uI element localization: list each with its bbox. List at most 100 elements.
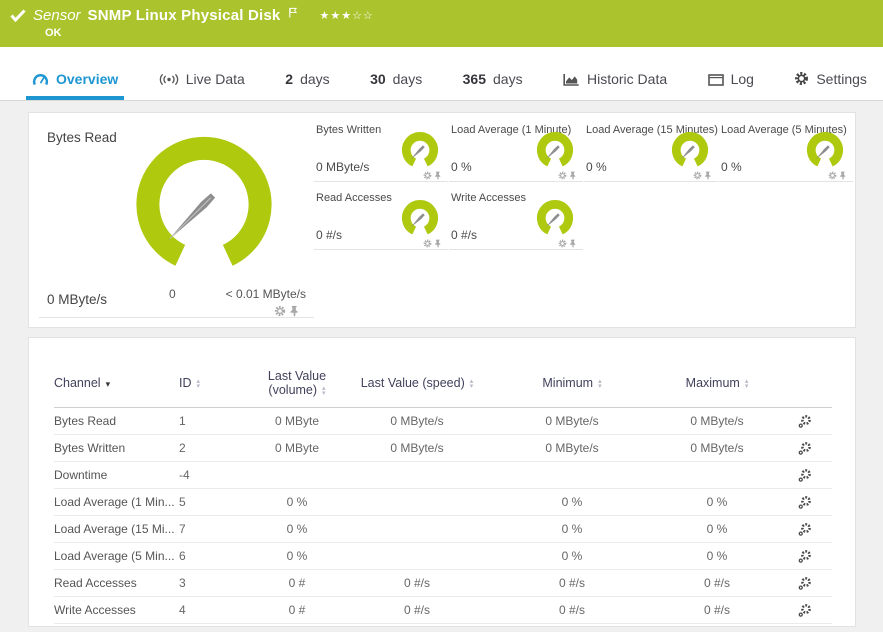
channel-id: 1 xyxy=(179,407,247,435)
table-row: Bytes Read 1 0 MByte 0 MByte/s 0 MByte/s… xyxy=(54,407,832,435)
status-check-icon xyxy=(10,9,26,22)
gauge-tile-bytes-read[interactable]: Bytes Read 0 < 0.01 MByte/s 0 MByte/s xyxy=(39,118,314,318)
channel-id: 5 xyxy=(179,488,247,516)
tab-log[interactable]: Log xyxy=(702,47,760,100)
maximum-value: 0 #/s xyxy=(657,569,777,597)
tab-settings[interactable]: Settings xyxy=(788,47,873,100)
last-value-volume: 0 MByte xyxy=(247,407,347,435)
channel-settings-wrench-icon[interactable] xyxy=(797,495,812,513)
channel-id: 7 xyxy=(179,515,247,543)
gauge-pin-icon[interactable] xyxy=(839,171,847,180)
channel-name: Bytes Read xyxy=(54,407,179,435)
gauge-pin-icon[interactable] xyxy=(569,239,577,248)
gauge-min-label: 0 xyxy=(169,287,176,301)
bytes-read-gauge xyxy=(136,136,272,266)
flag-icon[interactable] xyxy=(288,7,298,18)
maximum-value: 0 % xyxy=(657,515,777,543)
live-icon xyxy=(159,73,178,86)
gauge-pin-icon[interactable] xyxy=(434,171,442,180)
gauge-tile-write-accesses[interactable]: Write Accesses 0 #/s xyxy=(449,186,583,250)
gauge-current-value: 0 MByte/s xyxy=(47,292,108,307)
gauge-settings-gear-icon[interactable] xyxy=(423,171,432,180)
maximum-value: 0 % xyxy=(657,542,777,570)
tab-365-days[interactable]: 365 days xyxy=(457,47,529,100)
channel-settings-wrench-icon[interactable] xyxy=(797,414,812,432)
channel-name: Bytes Written xyxy=(54,434,179,462)
gear-icon xyxy=(795,72,809,85)
last-value-volume: 0 % xyxy=(247,488,347,516)
table-header-row: Channel ▾ ID ▴ ▾ Last Value (volume) ▴ ▾ Last … xyxy=(54,363,832,408)
table-row: Write Accesses 4 0 # 0 #/s 0 #/s 0 #/s xyxy=(54,596,832,624)
sensor-name: SNMP Linux Physical Disk xyxy=(87,7,281,24)
gauge-settings-gear-icon[interactable] xyxy=(558,239,567,248)
sort-icon: ▴ ▾ xyxy=(196,377,201,390)
maximum-value: 0 % xyxy=(657,488,777,516)
table-row: Downtime -4 xyxy=(54,461,832,489)
stars-empty[interactable]: ☆☆ xyxy=(352,10,374,22)
sensor-type-label: Sensor xyxy=(33,7,81,24)
channel-settings-wrench-icon[interactable] xyxy=(797,441,812,459)
column-header-tools xyxy=(777,363,832,408)
gauge-title: Bytes Read xyxy=(47,130,117,145)
gauge-settings-gear-icon[interactable] xyxy=(423,239,432,248)
gauges-panel: Bytes Read 0 < 0.01 MByte/s 0 MByte/s By… xyxy=(28,112,856,328)
gauge-tile-read-accesses[interactable]: Read Accesses 0 #/s xyxy=(314,186,448,250)
column-header-minimum[interactable]: Minimum ▴ ▾ xyxy=(487,363,657,408)
channel-id: 4 xyxy=(179,596,247,624)
channel-id: 3 xyxy=(179,569,247,597)
write-accesses-gauge xyxy=(536,200,574,235)
column-header-id[interactable]: ID ▴ ▾ xyxy=(179,363,247,408)
tab-historic-data[interactable]: Historic Data xyxy=(557,47,673,100)
gauge-max-label: < 0.01 MByte/s xyxy=(225,287,306,301)
channel-id: -4 xyxy=(179,461,247,489)
gauge-pin-icon[interactable] xyxy=(704,171,712,180)
last-value-volume: 0 % xyxy=(247,515,347,543)
gauge-pin-icon[interactable] xyxy=(289,305,300,317)
priority-stars[interactable]: ★★★☆☆ xyxy=(319,9,373,22)
gauge-settings-gear-icon[interactable] xyxy=(274,305,286,317)
tab-live-data[interactable]: Live Data xyxy=(153,47,251,100)
channel-settings-wrench-icon[interactable] xyxy=(797,468,812,486)
sort-icon: ▴ ▾ xyxy=(322,384,326,397)
table-row: Load Average (1 Min... 5 0 % 0 % 0 % xyxy=(54,488,832,516)
gauge-tile-load-average-5min[interactable]: Load Average (5 Minutes) 0 % xyxy=(719,118,853,182)
channel-name: Write Accesses xyxy=(54,596,179,624)
last-value-speed xyxy=(347,461,487,489)
maximum-value: 0 MByte/s xyxy=(657,407,777,435)
column-header-channel[interactable]: Channel ▾ xyxy=(54,363,179,408)
gauge-settings-gear-icon[interactable] xyxy=(828,171,837,180)
channel-settings-wrench-icon[interactable] xyxy=(797,549,812,567)
stars-filled[interactable]: ★★★ xyxy=(319,10,352,22)
chart-icon xyxy=(563,74,579,86)
table-row: Read Accesses 3 0 # 0 #/s 0 #/s 0 #/s xyxy=(54,569,832,597)
minimum-value: 0 #/s xyxy=(487,596,657,624)
column-header-maximum[interactable]: Maximum ▴ ▾ xyxy=(657,363,777,408)
channel-name: Load Average (15 Mi... xyxy=(54,515,179,543)
channel-settings-wrench-icon[interactable] xyxy=(797,576,812,594)
small-gauges-grid: Bytes Written 0 MByte/s Load Average (1 … xyxy=(314,118,854,250)
maximum-value: 0 #/s xyxy=(657,596,777,624)
gauge-tile-load-average-15min[interactable]: Load Average (15 Minutes) 0 % xyxy=(584,118,718,182)
last-value-volume: 0 # xyxy=(247,596,347,624)
channel-id: 6 xyxy=(179,542,247,570)
column-header-last-value-volume[interactable]: Last Value (volume) ▴ ▾ xyxy=(247,363,347,408)
channel-settings-wrench-icon[interactable] xyxy=(797,603,812,621)
channel-name: Read Accesses xyxy=(54,569,179,597)
tab-2-days[interactable]: 2 days xyxy=(279,47,335,100)
gauge-settings-gear-icon[interactable] xyxy=(558,171,567,180)
gauge-tile-bytes-written[interactable]: Bytes Written 0 MByte/s xyxy=(314,118,448,182)
tab-overview[interactable]: Overview xyxy=(26,47,125,100)
sort-desc-icon: ▾ xyxy=(105,379,111,389)
gauge-pin-icon[interactable] xyxy=(569,171,577,180)
gauge-pin-icon[interactable] xyxy=(434,239,442,248)
minimum-value: 0 % xyxy=(487,542,657,570)
channel-name: Downtime xyxy=(54,461,179,489)
last-value-speed xyxy=(347,515,487,543)
minimum-value: 0 MByte/s xyxy=(487,407,657,435)
channel-settings-wrench-icon[interactable] xyxy=(797,522,812,540)
tab-30-days[interactable]: 30 days xyxy=(364,47,428,100)
column-header-last-value-speed[interactable]: Last Value (speed) ▴ ▾ xyxy=(347,363,487,408)
gauge-settings-gear-icon[interactable] xyxy=(693,171,702,180)
gauge-tile-load-average-1min[interactable]: Load Average (1 Minute) 0 % xyxy=(449,118,583,182)
channel-name: Load Average (1 Min... xyxy=(54,488,179,516)
